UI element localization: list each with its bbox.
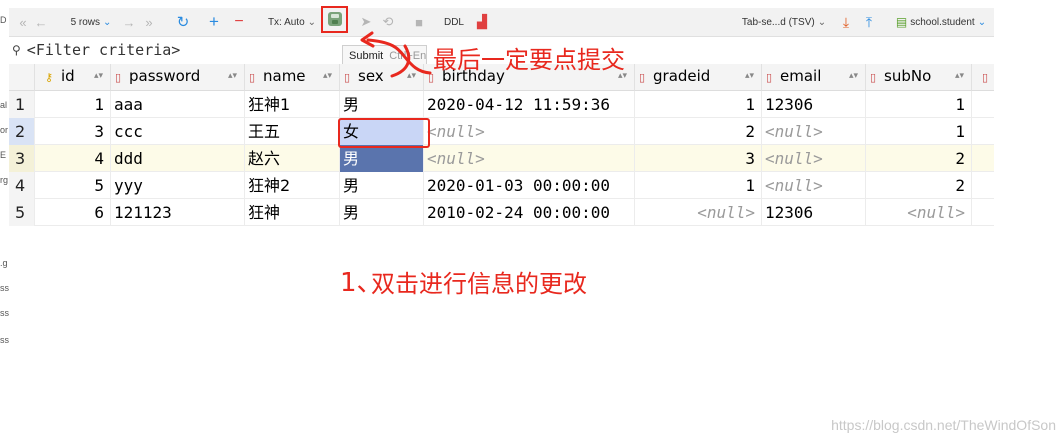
edit-annotation: 双击进行信息的更改 bbox=[371, 270, 587, 298]
submit-annotation: 最后一定要点提交 bbox=[433, 46, 625, 74]
arrow-to-submit bbox=[366, 38, 432, 75]
watermark: https://blog.csdn.net/TheWindOfSon bbox=[831, 417, 1056, 433]
